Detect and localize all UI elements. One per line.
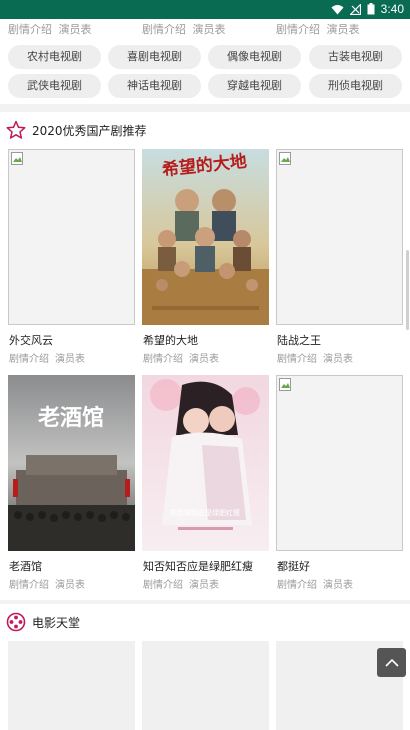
drama-title[interactable]: 外交风云 (9, 332, 53, 348)
poster-image[interactable]: 希望的大地 (142, 149, 269, 325)
drama-title[interactable]: 陆战之王 (277, 332, 321, 348)
star-icon (6, 120, 26, 139)
category-tag[interactable]: 古装电视剧 (309, 45, 402, 69)
battery-icon (367, 3, 375, 15)
category-tag[interactable]: 刑侦电视剧 (309, 74, 402, 98)
poster-image[interactable]: 老酒馆 (8, 375, 135, 551)
broken-image-icon (279, 152, 291, 165)
poster-image[interactable] (8, 149, 135, 325)
intro-link[interactable]: 剧情介绍 (143, 580, 183, 591)
recommend-section: 2020优秀国产剧推荐 外交风云 剧情介绍 演员表 希望的大地 希望的大地 剧情介… (0, 112, 410, 600)
poster-title-text: 知否知否应是绿肥红瘦 (170, 508, 240, 517)
intro-link[interactable]: 剧情介绍 (8, 23, 52, 36)
drama-title[interactable]: 知否知否应是绿肥红瘦 (143, 558, 253, 574)
cast-link[interactable]: 演员表 (323, 580, 353, 591)
cast-link[interactable]: 演员表 (55, 580, 85, 591)
category-tag[interactable]: 偶像电视剧 (208, 45, 301, 69)
drama-links: 剧情介绍 演员表 (277, 576, 359, 591)
drama-title[interactable]: 老酒馆 (9, 558, 42, 574)
poster-image[interactable]: 知否知否应是绿肥红瘦 (142, 375, 269, 551)
links-group: 剧情介绍 演员表 (8, 21, 92, 37)
drama-links: 剧情介绍 演员表 (143, 576, 225, 591)
chevron-up-icon (384, 658, 399, 667)
intro-link[interactable]: 剧情介绍 (143, 354, 183, 365)
intro-link[interactable]: 剧情介绍 (9, 354, 49, 365)
intro-link[interactable]: 剧情介绍 (142, 23, 186, 36)
links-group: 剧情介绍 演员表 (276, 21, 360, 37)
links-group: 剧情介绍 演员表 (142, 21, 226, 37)
cast-link[interactable]: 演员表 (55, 354, 85, 365)
category-tag[interactable]: 喜剧电视剧 (108, 45, 201, 69)
cast-link[interactable]: 演员表 (323, 354, 353, 365)
drama-links: 剧情介绍 演员表 (143, 350, 225, 365)
broken-image-icon (279, 378, 291, 391)
drama-links: 剧情介绍 演员表 (277, 350, 359, 365)
movie-card[interactable] (142, 641, 269, 730)
category-tag[interactable]: 穿越电视剧 (208, 74, 301, 98)
film-reel-icon (6, 612, 26, 632)
drama-title[interactable]: 希望的大地 (143, 332, 198, 348)
poster-image[interactable] (276, 149, 403, 325)
scrollbar[interactable] (406, 250, 409, 330)
intro-link[interactable]: 剧情介绍 (277, 354, 317, 365)
category-tag[interactable]: 农村电视剧 (8, 45, 101, 69)
section-header: 2020优秀国产剧推荐 (6, 120, 147, 140)
section-title: 2020优秀国产剧推荐 (32, 123, 147, 138)
signal-icon (349, 3, 361, 15)
cast-link[interactable]: 演员表 (189, 354, 219, 365)
scroll-to-top-button[interactable] (377, 648, 406, 677)
cast-link[interactable]: 演员表 (189, 580, 219, 591)
status-bar: 3:40 (0, 0, 410, 19)
wifi-icon (331, 4, 344, 14)
intro-link[interactable]: 剧情介绍 (9, 580, 49, 591)
poster-image[interactable] (276, 375, 403, 551)
section-title: 电影天堂 (32, 615, 81, 630)
poster-title-text: 老酒馆 (37, 405, 104, 431)
top-links-row: 剧情介绍 演员表 剧情介绍 演员表 剧情介绍 演员表 (0, 19, 410, 37)
section-header: 电影天堂 (6, 612, 80, 632)
clock: 3:40 (380, 2, 404, 16)
category-tags: 农村电视剧 喜剧电视剧 偶像电视剧 古装电视剧 武侠电视剧 神话电视剧 穿越电视… (0, 37, 410, 104)
drama-links: 剧情介绍 演员表 (9, 576, 91, 591)
intro-link[interactable]: 剧情介绍 (277, 580, 317, 591)
drama-title[interactable]: 都挺好 (277, 558, 310, 574)
movie-section: 电影天堂 (0, 604, 410, 730)
category-tag[interactable]: 神话电视剧 (108, 74, 201, 98)
category-tag[interactable]: 武侠电视剧 (8, 74, 101, 98)
intro-link[interactable]: 剧情介绍 (276, 23, 320, 36)
cast-link[interactable]: 演员表 (327, 23, 360, 36)
broken-image-icon (11, 152, 23, 165)
drama-links: 剧情介绍 演员表 (9, 350, 91, 365)
movie-card[interactable] (8, 641, 135, 730)
cast-link[interactable]: 演员表 (59, 23, 92, 36)
cast-link[interactable]: 演员表 (193, 23, 226, 36)
